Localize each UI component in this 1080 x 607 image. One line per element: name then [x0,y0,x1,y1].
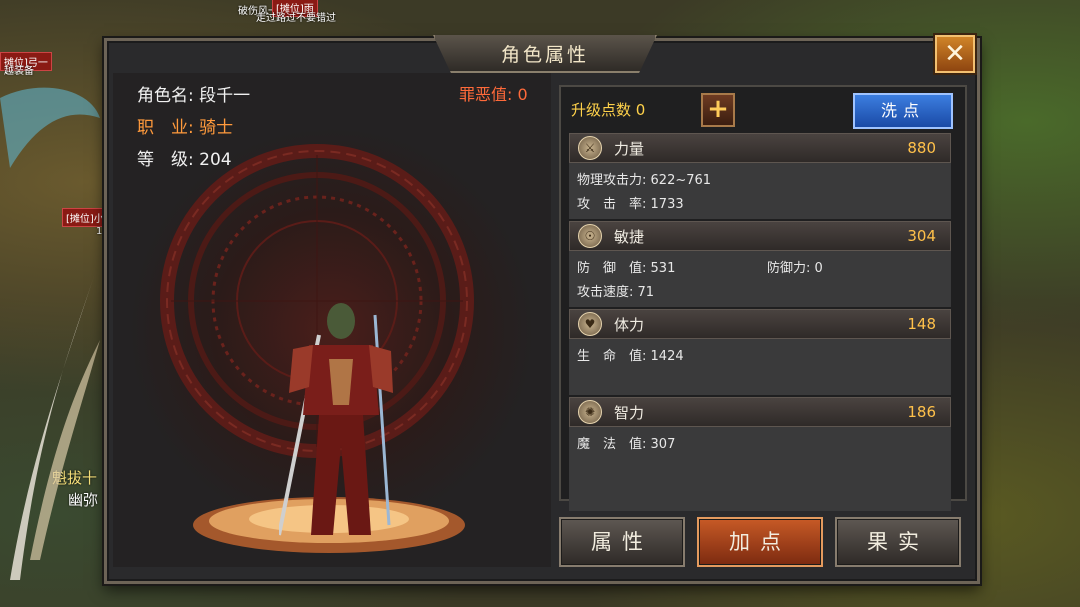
agility-icon: ☉ [578,224,602,248]
stat-intelligence: ✺ 智力 186 魔 法 值: 307 [569,397,951,511]
stat-intelligence-header: ✺ 智力 186 [569,397,951,427]
stat-strength: ⚔ 力量 880 物理攻击力: 622~761 攻 击 率: 1733 [569,133,951,219]
attack-rate-label: 攻 击 率: [577,197,647,212]
character-name-row: 角色名: 段千一 [137,81,250,106]
crime-label: 罪恶值: [459,85,513,104]
attack-rate-value: 1733 [650,197,684,212]
white-wing-icon [10,270,100,580]
stat-stamina: ♥ 体力 148 生 命 值: 1424 [569,309,951,395]
tab-fruits[interactable]: 果实 [835,517,961,567]
stat-agility-details: 防 御 值: 531 防御力: 0 攻击速度: 71 [569,251,951,307]
panel-title: 角色属性 [433,35,657,73]
close-x-icon: ✕ [944,39,966,69]
attack-speed-label: 攻击速度: [577,285,634,300]
stat-strength-name: 力量 [614,139,645,158]
defense-power-row: 防御力: 0 [767,257,823,276]
upgrade-points-value: 0 [635,101,646,119]
crime-value-row: 罪恶值: 0 [459,81,528,105]
stat-stamina-value: 148 [907,315,936,333]
stat-strength-header: ⚔ 力量 880 [569,133,951,163]
stall-number: 1 [96,226,103,237]
stat-agility-value: 304 [907,227,936,245]
reset-points-button[interactable]: 洗点 [853,93,953,129]
mp-row: 魔 法 值: 307 [577,433,675,452]
character-job-row: 职 业: 骑士 [137,113,233,138]
hp-label: 生 命 值: [577,349,647,364]
crime-value: 0 [517,85,528,104]
tab-attributes[interactable]: 属性 [559,517,685,567]
blue-wing-icon [0,87,100,168]
attack-speed-row: 攻击速度: 71 [577,281,654,300]
upgrade-points-row: 升级点数 0 [571,99,645,120]
stat-agility-header: ☉ 敏捷 304 [569,221,951,251]
add-point-button[interactable]: + [701,93,735,127]
character-job-label: 职 业: [137,118,194,138]
upgrade-points-label: 升级点数 [571,101,632,119]
character-name-label: 角色名: [137,86,194,106]
hp-row: 生 命 值: 1424 [577,345,684,364]
attack-speed-value: 71 [637,285,655,300]
mp-value: 307 [650,437,676,452]
stall-message-left: 越装备 [4,66,34,77]
defense-power-value: 0 [814,261,823,276]
stat-strength-value: 880 [907,139,936,157]
sword-icon: ⚔ [578,136,602,160]
character-name: 段千一 [199,86,251,106]
physical-attack-value: 622~761 [650,173,712,188]
swirl-icon: ✺ [578,400,602,424]
stat-stamina-header: ♥ 体力 148 [569,309,951,339]
hp-value: 1424 [650,349,684,364]
stat-stamina-details: 生 命 值: 1424 [569,339,951,395]
stat-intelligence-details: 魔 法 值: 307 [569,427,951,511]
stall-message: 走过路过不要错过 [256,13,336,24]
stats-panel: 升级点数 0 + 洗点 ⚔ 力量 880 物理攻击力: 622~761 攻 击 … [559,85,967,511]
stat-intelligence-name: 智力 [614,403,645,422]
stat-agility: ☉ 敏捷 304 防 御 值: 531 防御力: 0 攻击速度: 71 [569,221,951,307]
physical-attack-row: 物理攻击力: 622~761 [577,169,711,188]
physical-attack-label: 物理攻击力: [577,173,647,188]
heart-icon: ♥ [578,312,602,336]
knight-character-icon [279,303,393,536]
tab-add-points[interactable]: 加点 [697,517,823,567]
close-button[interactable]: ✕ [935,35,975,73]
defense-value-row: 防 御 值: 531 [577,257,675,276]
stall-tag-left-2[interactable]: [摊位]小 [62,208,108,227]
character-attributes-panel: 角色属性 ✕ 角色名: 段千一 职 业: 骑士 等 级: 204 罪恶值: 0 [104,35,980,584]
character-job: 骑士 [199,118,234,138]
defense-power-label: 防御力: [767,261,811,276]
stat-strength-details: 物理攻击力: 622~761 攻 击 率: 1733 [569,163,951,219]
stat-stamina-name: 体力 [614,315,645,334]
attack-rate-row: 攻 击 率: 1733 [577,193,684,212]
stat-intelligence-value: 186 [907,403,936,421]
defense-value: 531 [650,261,676,276]
mp-label: 魔 法 值: [577,437,647,452]
defense-value-label: 防 御 值: [577,261,647,276]
character-display: 角色名: 段千一 职 业: 骑士 等 级: 204 罪恶值: 0 [113,73,551,567]
stat-agility-name: 敏捷 [614,227,645,246]
